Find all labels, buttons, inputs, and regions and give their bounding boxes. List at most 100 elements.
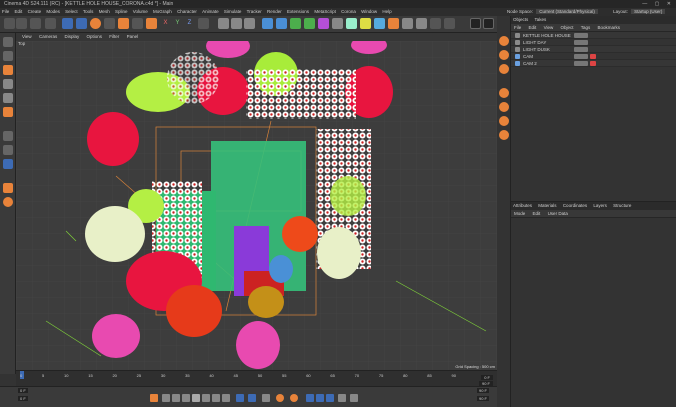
snap-icon[interactable] [402,18,413,29]
visibility-flags[interactable] [574,54,588,59]
attributes-menu-edit[interactable]: Edit [533,211,541,216]
render-picture-viewer-icon[interactable] [231,18,242,29]
go-start-icon[interactable] [162,394,170,402]
prev-key-icon[interactable] [172,394,180,402]
menu-mograph[interactable]: MoGraph [153,9,172,14]
lock-workplane-icon[interactable] [3,197,13,207]
objects-menu-edit[interactable]: Edit [529,25,537,30]
menu-spline[interactable]: Spline [115,9,128,14]
render-view-icon[interactable] [218,18,229,29]
menu-modes[interactable]: Modes [46,9,60,14]
menu-tools[interactable]: Tools [83,9,94,14]
redo-icon[interactable] [16,18,27,29]
next-frame-icon[interactable] [202,394,210,402]
object-row[interactable]: KETTLE HOLE HOUSE [511,32,676,39]
axis-icon[interactable] [146,18,157,29]
layout-dropdown[interactable]: Startup (User) [631,9,666,14]
object-row[interactable]: CAM 2 [511,60,676,67]
coordinate-icon[interactable] [132,18,143,29]
visibility-flags[interactable] [574,40,588,45]
go-end-icon[interactable] [222,394,230,402]
viewport-menu-display[interactable]: Display [64,34,79,39]
enable-axis-icon[interactable] [3,131,13,141]
loop-icon[interactable] [236,394,244,402]
objects-menu-object[interactable]: Object [561,25,574,30]
attributes-menu-mode[interactable]: Mode [514,211,525,216]
viewport-stop-icon[interactable] [483,18,494,29]
camera-tag-icon[interactable] [590,61,596,66]
menu-volume[interactable]: Volume [133,9,148,14]
start-frame-field[interactable]: 0 F [18,388,28,393]
menu-tracker[interactable]: Tracker [247,9,262,14]
sun-icon[interactable] [499,102,509,112]
x-axis-lock[interactable]: X [160,18,171,29]
key-rotation-icon[interactable] [290,394,298,402]
viewport-play-icon[interactable] [470,18,481,29]
viewport-menu-cameras[interactable]: Cameras [39,34,57,39]
y-axis-lock[interactable]: Y [172,18,183,29]
material-icon[interactable] [499,50,509,60]
polygons-mode-icon[interactable] [3,107,13,117]
cloner-icon[interactable] [304,18,315,29]
corona-icon[interactable] [499,88,509,98]
viewport-menu-options[interactable]: Options [87,34,103,39]
deformer-icon[interactable] [318,18,329,29]
menu-animate[interactable]: Animate [202,9,219,14]
make-editable-icon[interactable] [3,37,13,47]
visibility-flags[interactable] [574,33,588,38]
transform-icon[interactable] [118,18,129,29]
tab-layers[interactable]: Layers [593,203,607,208]
motion-icon[interactable] [338,394,346,402]
workplane-icon[interactable] [416,18,427,29]
camera-tag-icon[interactable] [590,54,596,59]
current-frame-field[interactable]: 0 F [481,375,493,380]
move-icon[interactable] [76,18,87,29]
rotate-icon[interactable] [90,18,101,29]
menu-metascript[interactable]: MetaScript [314,9,336,14]
tweak-mode-icon[interactable] [3,145,13,155]
menu-extensions[interactable]: Extensions [287,9,309,14]
sculpt-icon[interactable] [430,18,441,29]
attributes-menu-user-data[interactable]: User Data [548,211,568,216]
snapping-icon[interactable] [3,159,13,169]
visibility-flags[interactable] [574,47,588,52]
record-keys-icon[interactable] [248,394,256,402]
menu-simulate[interactable]: Simulate [224,9,242,14]
cube-icon[interactable] [262,18,273,29]
menu-file[interactable]: File [2,9,9,14]
scale-icon[interactable] [104,18,115,29]
objects-menu-bookmarks[interactable]: Bookmarks [597,25,620,30]
menu-create[interactable]: Create [28,9,42,14]
render-settings-icon[interactable] [244,18,255,29]
proxy-icon[interactable] [499,116,509,126]
tab-coordinates[interactable]: Coordinates [563,203,587,208]
key-scale-icon[interactable] [306,394,314,402]
objects-menu-file[interactable]: File [514,25,521,30]
objects-menu-view[interactable]: View [544,25,554,30]
live-select-icon[interactable] [30,18,41,29]
grid-icon[interactable] [374,18,385,29]
cloud-icon[interactable] [499,130,509,140]
model-mode-icon[interactable] [3,51,13,61]
max-frame-field[interactable]: 90 F [476,396,489,401]
viewport-menu-view[interactable]: View [22,34,32,39]
tab-materials[interactable]: Materials [538,203,556,208]
undo-icon[interactable] [4,18,15,29]
play-icon[interactable] [192,394,200,402]
key-position-icon[interactable] [276,394,284,402]
texture-mode-icon[interactable] [3,65,13,75]
tab-objects[interactable]: Objects [513,17,528,22]
viewport-menu-panel[interactable]: Panel [127,34,139,39]
tab-structure[interactable]: Structure [613,203,631,208]
solo-icon[interactable] [3,183,13,193]
layer-icon[interactable] [499,64,509,74]
effector-icon[interactable] [332,18,343,29]
window-controls[interactable]: — ▢ ✕ [642,0,674,8]
subdivision-icon[interactable] [290,18,301,29]
auto-key-icon[interactable] [262,394,270,402]
node-space-dropdown[interactable]: Current (Standard/Physical) [536,9,598,14]
min-frame-field[interactable]: 0 F [18,396,28,401]
end-frame-field-2[interactable]: 90 F [476,388,489,393]
menu-render[interactable]: Render [267,9,282,14]
z-axis-lock[interactable]: Z [184,18,195,29]
